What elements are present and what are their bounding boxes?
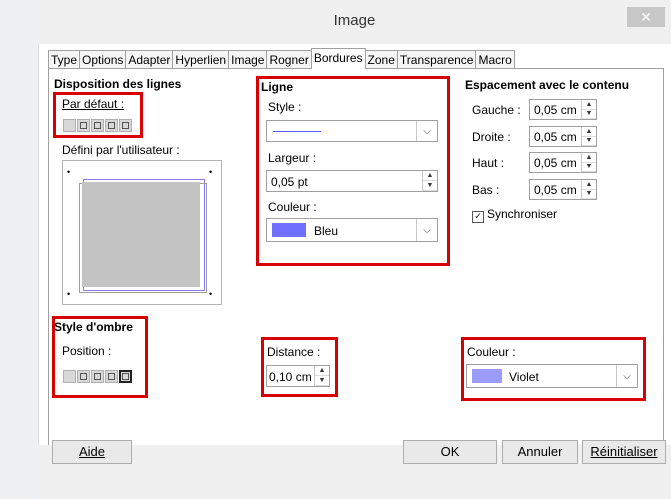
padding-right-spinner[interactable]: 0,05 cm ▲ ▼ [529,126,597,147]
line-width-spinner[interactable]: 0,05 pt ▲ ▼ [266,170,438,192]
preset-horizontal[interactable] [105,119,118,132]
shadow-distance-value: 0,10 cm [269,370,312,384]
shadow-distance-stepper[interactable]: ▲ ▼ [314,366,329,386]
shadow-distance-spinner[interactable]: 0,10 cm ▲ ▼ [266,365,330,387]
tab-hyperlien[interactable]: Hyperlien [172,50,230,68]
padding-top-label: Haut : [472,156,505,170]
shadow-top-right[interactable] [91,370,104,383]
user-defined-label: Défini par l'utilisateur : [62,143,180,157]
preset-none[interactable] [63,119,76,132]
shadow-position-label: Position : [62,344,112,358]
tab-options[interactable]: Options [79,50,127,68]
padding-left-stepper[interactable]: ▲ ▼ [581,100,596,119]
preset-box-shadow[interactable] [91,119,104,132]
preset-vertical[interactable] [119,119,132,132]
chevron-down-icon[interactable]: ⌵ [416,219,437,241]
padding-left-spinner[interactable]: 0,05 cm ▲ ▼ [529,99,597,120]
padding-bottom-value: 0,05 cm [534,183,577,197]
tab-macro[interactable]: Macro [475,50,515,68]
padding-left-value: 0,05 cm [534,103,577,117]
shadow-color-label: Couleur : [467,345,516,359]
line-color-swatch [272,223,306,237]
background-window-strip [0,0,38,499]
shadow-position-presets [63,370,133,383]
shadow-distance-label: Distance : [267,345,321,359]
line-style-sample [273,131,321,132]
synchronize-checkbox[interactable]: ✓ Synchroniser [472,207,557,223]
close-button[interactable]: ✕ [627,7,665,27]
checkmark-icon[interactable]: ✓ [472,211,484,223]
dialog-title: Image [333,12,376,29]
chevron-down-icon[interactable]: ⌵ [416,121,437,141]
default-presets [63,119,133,132]
chevron-down-icon[interactable]: ⌵ [616,365,637,387]
default-presets-label: Par défaut : [62,97,125,111]
shadow-color-dropdown[interactable]: Violet ⌵ [466,364,638,388]
tab-image[interactable]: Image [228,50,268,68]
padding-top-spinner[interactable]: 0,05 cm ▲ ▼ [529,152,597,173]
line-width-label: Largeur : [268,151,317,165]
shadow-color-swatch [472,369,502,383]
tab-bar: Type Options Adapter Hyperlien Image Rog… [48,48,515,69]
shadow-none[interactable] [63,370,76,383]
tab-rogner[interactable]: Rogner [266,50,312,68]
shadow-color-value: Violet [509,370,539,384]
padding-bottom-spinner[interactable]: 0,05 cm ▲ ▼ [529,179,597,200]
shadow-heading: Style d'ombre [54,320,133,334]
padding-right-stepper[interactable]: ▲ ▼ [581,127,596,146]
line-style-label: Style : [268,100,302,114]
tab-zone[interactable]: Zone [364,50,398,68]
help-button[interactable]: Aide [52,440,132,464]
line-color-value: Bleu [314,224,339,238]
line-color-label: Couleur : [268,200,317,214]
padding-heading: Espacement avec le contenu [465,78,630,92]
tab-type[interactable]: Type [48,50,81,68]
padding-left-label: Gauche : [472,103,521,117]
line-color-dropdown[interactable]: Bleu ⌵ [266,218,438,242]
padding-right-label: Droite : [472,130,511,144]
tab-bordures[interactable]: Bordures [310,48,366,69]
line-style-dropdown[interactable]: ⌵ [266,120,438,142]
ok-button[interactable]: OK [403,440,497,464]
padding-bottom-label: Bas : [472,183,500,197]
padding-right-value: 0,05 cm [534,130,577,144]
shadow-bottom-right[interactable] [77,370,90,383]
shadow-bottom-left[interactable] [105,370,118,383]
synchronize-label: Synchroniser [487,207,558,221]
padding-top-stepper[interactable]: ▲ ▼ [581,153,596,172]
padding-top-value: 0,05 cm [534,156,577,170]
line-width-value: 0,05 pt [271,175,308,189]
preset-box[interactable] [77,119,90,132]
tab-adapter[interactable]: Adapter [125,50,174,68]
padding-bottom-stepper[interactable]: ▲ ▼ [581,180,596,199]
tab-transparence[interactable]: Transparence [396,50,477,68]
line-arrangement-heading: Disposition des lignes [54,77,182,91]
cancel-button[interactable]: Annuler [502,440,578,464]
reset-button[interactable]: Réinitialiser [582,440,666,464]
shadow-top-left[interactable] [119,370,132,383]
user-defined-preview[interactable]: • • • • [62,160,222,305]
line-heading: Ligne [261,80,293,94]
line-width-stepper[interactable]: ▲ ▼ [422,171,437,191]
